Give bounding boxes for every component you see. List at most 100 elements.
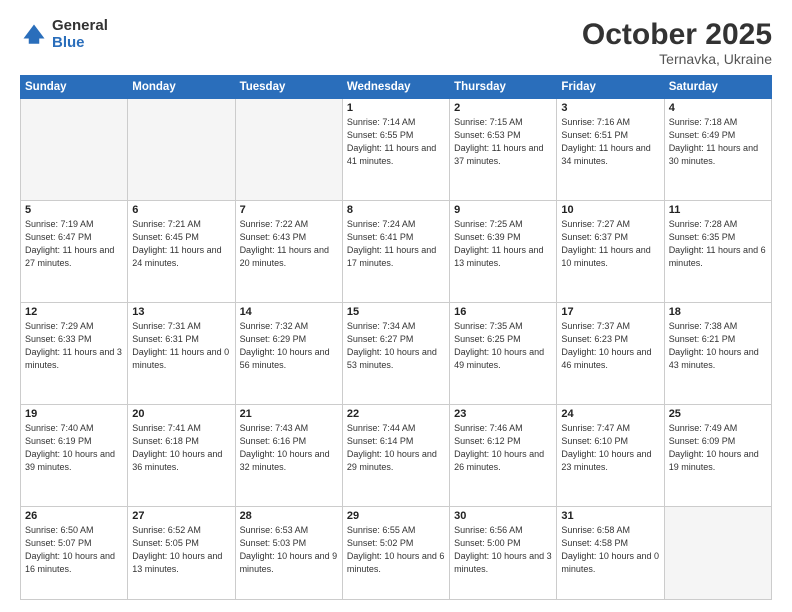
day-number: 1 bbox=[347, 102, 445, 114]
calendar-cell: 21Sunrise: 7:43 AMSunset: 6:16 PMDayligh… bbox=[235, 405, 342, 507]
day-info: Sunrise: 7:16 AMSunset: 6:51 PMDaylight:… bbox=[561, 116, 659, 168]
calendar-cell: 17Sunrise: 7:37 AMSunset: 6:23 PMDayligh… bbox=[557, 303, 664, 405]
day-number: 5 bbox=[25, 204, 123, 216]
day-info: Sunrise: 7:15 AMSunset: 6:53 PMDaylight:… bbox=[454, 116, 552, 168]
calendar-cell: 27 Sunrise: 6:52 AMSunset: 5:05 PMDayligh… bbox=[128, 507, 235, 600]
calendar-cell: 19Sunrise: 7:40 AMSunset: 6:19 PMDayligh… bbox=[21, 405, 128, 507]
calendar-cell bbox=[664, 507, 771, 600]
weekday-friday: Friday bbox=[557, 76, 664, 99]
day-number: 2 bbox=[454, 102, 552, 114]
day-number: 29 bbox=[347, 510, 445, 522]
calendar: SundayMondayTuesdayWednesdayThursdayFrid… bbox=[20, 75, 772, 600]
calendar-cell: 24 Sunrise: 7:47 AMSunset: 6:10 PMDayligh… bbox=[557, 405, 664, 507]
day-info: Sunrise: 7:34 AMSunset: 6:27 PMDaylight:… bbox=[347, 320, 445, 372]
calendar-cell: 2 Sunrise: 7:15 AMSunset: 6:53 PMDaylight… bbox=[450, 99, 557, 201]
logo-blue: Blue bbox=[52, 35, 108, 52]
day-number: 25 bbox=[669, 408, 767, 420]
day-number: 9 bbox=[454, 204, 552, 216]
day-number: 21 bbox=[240, 408, 338, 420]
day-info: Sunrise: 7:27 AMSunset: 6:37 PMDaylight:… bbox=[561, 218, 659, 270]
page: General Blue October 2025 Ternavka, Ukra… bbox=[0, 0, 792, 612]
calendar-cell: 8 Sunrise: 7:24 AMSunset: 6:41 PMDaylight… bbox=[342, 201, 449, 303]
day-info: Sunrise: 7:35 AMSunset: 6:25 PMDaylight:… bbox=[454, 320, 552, 372]
day-info: Sunrise: 7:25 AMSunset: 6:39 PMDaylight:… bbox=[454, 218, 552, 270]
day-number: 10 bbox=[561, 204, 659, 216]
day-info: Sunrise: 7:32 AMSunset: 6:29 PMDaylight:… bbox=[240, 320, 338, 372]
day-number: 3 bbox=[561, 102, 659, 114]
weekday-monday: Monday bbox=[128, 76, 235, 99]
calendar-cell: 30Sunrise: 6:56 AMSunset: 5:00 PMDayligh… bbox=[450, 507, 557, 600]
day-number: 14 bbox=[240, 306, 338, 318]
logo-icon bbox=[20, 21, 48, 49]
calendar-cell: 26Sunrise: 6:50 AMSunset: 5:07 PMDayligh… bbox=[21, 507, 128, 600]
calendar-cell: 29 Sunrise: 6:55 AMSunset: 5:02 PMDayligh… bbox=[342, 507, 449, 600]
day-info: Sunrise: 7:41 AMSunset: 6:18 PMDaylight:… bbox=[132, 422, 230, 474]
calendar-cell: 14 Sunrise: 7:32 AMSunset: 6:29 PMDayligh… bbox=[235, 303, 342, 405]
calendar-cell: 31 Sunrise: 6:58 AMSunset: 4:58 PMDayligh… bbox=[557, 507, 664, 600]
day-info: Sunrise: 6:53 AMSunset: 5:03 PMDaylight:… bbox=[240, 524, 338, 576]
week-row-5: 26Sunrise: 6:50 AMSunset: 5:07 PMDayligh… bbox=[21, 507, 772, 600]
calendar-cell: 28 Sunrise: 6:53 AMSunset: 5:03 PMDayligh… bbox=[235, 507, 342, 600]
day-number: 20 bbox=[132, 408, 230, 420]
month-title: October 2025 bbox=[582, 18, 772, 51]
day-number: 7 bbox=[240, 204, 338, 216]
day-info: Sunrise: 6:56 AMSunset: 5:00 PMDaylight:… bbox=[454, 524, 552, 576]
day-number: 11 bbox=[669, 204, 767, 216]
day-number: 16 bbox=[454, 306, 552, 318]
day-number: 6 bbox=[132, 204, 230, 216]
week-row-2: 5 Sunrise: 7:19 AMSunset: 6:47 PMDaylight… bbox=[21, 201, 772, 303]
calendar-cell: 10 Sunrise: 7:27 AMSunset: 6:37 PMDayligh… bbox=[557, 201, 664, 303]
day-number: 22 bbox=[347, 408, 445, 420]
day-info: Sunrise: 7:44 AMSunset: 6:14 PMDaylight:… bbox=[347, 422, 445, 474]
day-number: 18 bbox=[669, 306, 767, 318]
calendar-cell: 22 Sunrise: 7:44 AMSunset: 6:14 PMDayligh… bbox=[342, 405, 449, 507]
day-number: 31 bbox=[561, 510, 659, 522]
calendar-cell: 7 Sunrise: 7:22 AMSunset: 6:43 PMDaylight… bbox=[235, 201, 342, 303]
calendar-cell: 16 Sunrise: 7:35 AMSunset: 6:25 PMDayligh… bbox=[450, 303, 557, 405]
calendar-cell: 25 Sunrise: 7:49 AMSunset: 6:09 PMDayligh… bbox=[664, 405, 771, 507]
logo: General Blue bbox=[20, 18, 108, 51]
day-info: Sunrise: 6:58 AMSunset: 4:58 PMDaylight:… bbox=[561, 524, 659, 576]
day-info: Sunrise: 7:19 AMSunset: 6:47 PMDaylight:… bbox=[25, 218, 123, 270]
title-block: October 2025 Ternavka, Ukraine bbox=[582, 18, 772, 67]
day-info: Sunrise: 7:22 AMSunset: 6:43 PMDaylight:… bbox=[240, 218, 338, 270]
day-info: Sunrise: 7:40 AMSunset: 6:19 PMDaylight:… bbox=[25, 422, 123, 474]
calendar-cell bbox=[128, 99, 235, 201]
day-number: 4 bbox=[669, 102, 767, 114]
day-info: Sunrise: 7:37 AMSunset: 6:23 PMDaylight:… bbox=[561, 320, 659, 372]
day-info: Sunrise: 7:49 AMSunset: 6:09 PMDaylight:… bbox=[669, 422, 767, 474]
day-info: Sunrise: 6:52 AMSunset: 5:05 PMDaylight:… bbox=[132, 524, 230, 576]
day-info: Sunrise: 7:46 AMSunset: 6:12 PMDaylight:… bbox=[454, 422, 552, 474]
day-info: Sunrise: 7:21 AMSunset: 6:45 PMDaylight:… bbox=[132, 218, 230, 270]
header: General Blue October 2025 Ternavka, Ukra… bbox=[20, 18, 772, 67]
calendar-cell: 23 Sunrise: 7:46 AMSunset: 6:12 PMDayligh… bbox=[450, 405, 557, 507]
day-number: 28 bbox=[240, 510, 338, 522]
day-info: Sunrise: 7:28 AMSunset: 6:35 PMDaylight:… bbox=[669, 218, 767, 270]
day-number: 27 bbox=[132, 510, 230, 522]
day-number: 23 bbox=[454, 408, 552, 420]
calendar-cell bbox=[21, 99, 128, 201]
calendar-cell: 6 Sunrise: 7:21 AMSunset: 6:45 PMDaylight… bbox=[128, 201, 235, 303]
calendar-cell: 9 Sunrise: 7:25 AMSunset: 6:39 PMDaylight… bbox=[450, 201, 557, 303]
day-info: Sunrise: 7:38 AMSunset: 6:21 PMDaylight:… bbox=[669, 320, 767, 372]
calendar-cell: 5 Sunrise: 7:19 AMSunset: 6:47 PMDaylight… bbox=[21, 201, 128, 303]
day-number: 24 bbox=[561, 408, 659, 420]
day-number: 26 bbox=[25, 510, 123, 522]
logo-general: General bbox=[52, 18, 108, 35]
week-row-3: 12Sunrise: 7:29 AMSunset: 6:33 PMDayligh… bbox=[21, 303, 772, 405]
day-info: Sunrise: 7:31 AMSunset: 6:31 PMDaylight:… bbox=[132, 320, 230, 372]
location: Ternavka, Ukraine bbox=[582, 51, 772, 67]
calendar-cell: 3 Sunrise: 7:16 AMSunset: 6:51 PMDaylight… bbox=[557, 99, 664, 201]
weekday-wednesday: Wednesday bbox=[342, 76, 449, 99]
day-info: Sunrise: 7:29 AMSunset: 6:33 PMDaylight:… bbox=[25, 320, 123, 372]
logo-text: General Blue bbox=[52, 18, 108, 51]
day-info: Sunrise: 6:55 AMSunset: 5:02 PMDaylight:… bbox=[347, 524, 445, 576]
day-number: 8 bbox=[347, 204, 445, 216]
calendar-cell: 12Sunrise: 7:29 AMSunset: 6:33 PMDayligh… bbox=[21, 303, 128, 405]
day-info: Sunrise: 7:24 AMSunset: 6:41 PMDaylight:… bbox=[347, 218, 445, 270]
calendar-cell bbox=[235, 99, 342, 201]
calendar-cell: 13Sunrise: 7:31 AMSunset: 6:31 PMDayligh… bbox=[128, 303, 235, 405]
weekday-saturday: Saturday bbox=[664, 76, 771, 99]
day-info: Sunrise: 7:47 AMSunset: 6:10 PMDaylight:… bbox=[561, 422, 659, 474]
calendar-cell: 4Sunrise: 7:18 AMSunset: 6:49 PMDaylight… bbox=[664, 99, 771, 201]
